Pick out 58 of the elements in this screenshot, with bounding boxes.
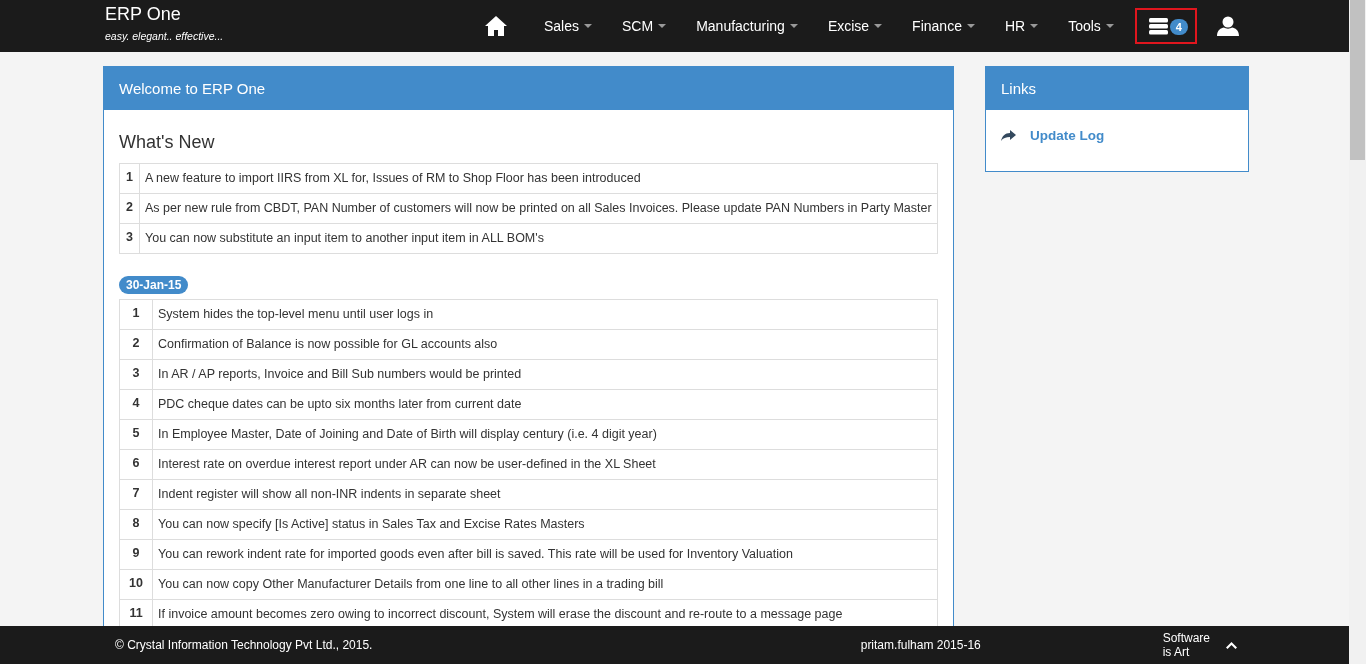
chevron-up-icon[interactable] [1226,641,1237,649]
update-text: You can now specify [Is Active] status in Sales Tax and Excise Rates Masters [152,509,938,540]
caret-icon [789,24,798,28]
server-stack-icon [1148,17,1168,35]
brand-tagline: easy. elegant.. effective... [105,29,225,42]
row-number: 8 [119,509,153,540]
date-badge: 30-Jan-15 [119,276,189,294]
motto-text: Software is Art [1162,631,1210,659]
row-number: 1 [119,299,153,330]
caret-icon [966,24,975,28]
row-number: 9 [119,539,153,570]
nav-menu[interactable]: Tools [1053,0,1129,52]
section-heading: What's New [119,132,216,153]
update-text: Indent register will show all non-INR indents in separate sheet [152,479,938,510]
notifications-button[interactable]: 4 [1134,8,1197,44]
update-text: As per new rule from CBDT, PAN Number of customers will now be printed on all Sales Invoices. Please update PAN Numbers in Party Master [139,193,938,224]
row-number: 2 [119,329,153,360]
update-text: You can now substitute an input item to another input item in ALL BOM's [139,223,938,254]
notification-count: 4 [1169,19,1188,35]
update-text: You can rework indent rate for imported goods even after bill is saved. This rate will be used for Inventory Valuation [152,539,938,570]
row-number: 1 [119,163,140,194]
update-log-link[interactable]: Update Log [1030,128,1105,143]
caret-icon [584,24,593,28]
caret-icon [1030,24,1039,28]
row-number: 10 [119,569,153,600]
panel-title: Links [986,67,1248,110]
row-number: 2 [119,193,140,224]
row-number: 4 [119,389,153,420]
row-number: 3 [119,359,153,390]
scrollbar-thumb[interactable] [1350,0,1365,160]
home-icon[interactable] [485,16,507,36]
nav-menu[interactable]: Manufacturing [681,0,813,52]
nav-menu[interactable]: Finance [897,0,990,52]
row-number: 6 [119,449,153,480]
user-session-text: pritam.fulham 2015-16 [859,638,982,652]
update-text: In Employee Master, Date of Joining and Date of Birth will display century (i.e. 4 digit year) [152,419,938,450]
caret-icon [1105,24,1114,28]
panel-title: Welcome to ERP One [104,67,953,110]
row-number: 7 [119,479,153,510]
row-number: 5 [119,419,153,450]
nav-menu[interactable]: SCM [607,0,682,52]
row-number: 3 [119,223,140,254]
update-text: Confirmation of Balance is now possible for GL accounts also [152,329,938,360]
update-text: PDC cheque dates can be upto six months later from current date [152,389,938,420]
update-text: Interest rate on overdue interest report under AR can now be user-defined in the XL Sheet [152,449,938,480]
brand-title: ERP One [105,2,182,25]
copyright-text: © Crystal Information Technology Pvt Ltd., 2015. [115,638,374,652]
update-text: You can now copy Other Manufacturer Details from one line to all other lines in a trading bill [152,569,938,600]
update-text: A new feature to import IIRS from XL for, Issues of RM to Shop Floor has been introduced [139,163,938,194]
user-icon[interactable] [1216,16,1239,36]
nav-menu[interactable]: HR [989,0,1054,52]
update-text: In AR / AP reports, Invoice and Bill Sub numbers would be printed [152,359,938,390]
nav-menu[interactable]: Sales [529,0,608,52]
share-arrow-icon [1001,130,1016,141]
caret-icon [658,24,667,28]
update-text: System hides the top-level menu until user logs in [152,299,938,330]
caret-icon [874,24,883,28]
nav-menu[interactable]: Excise [812,0,898,52]
